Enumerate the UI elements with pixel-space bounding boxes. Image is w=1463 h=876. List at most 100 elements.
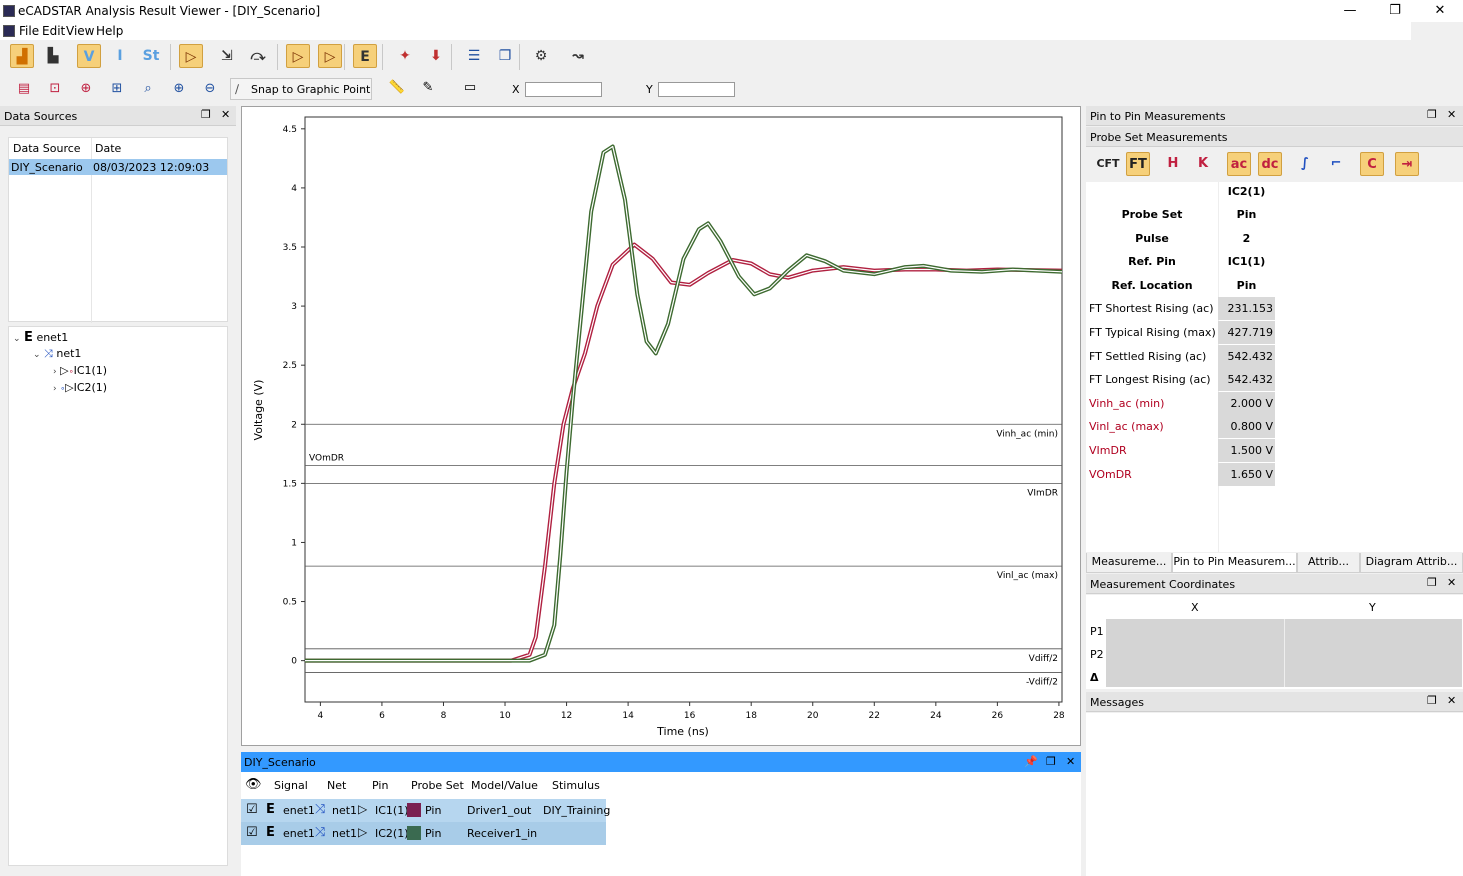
tree-item-ic2[interactable]: › ∘▷IC2(1) [53,381,107,397]
ac-icon[interactable]: ac [1227,152,1251,176]
float-icon[interactable]: ❐ [1427,108,1437,121]
measurement-row[interactable]: FT Shortest Rising (ac) 231.153 ps [1086,297,1463,338]
visibility-checkbox[interactable]: ☑ [246,802,258,817]
settings-icon[interactable]: ⚙ [529,44,553,68]
overshoot-icon[interactable]: C [1360,152,1384,176]
rising-edge-icon[interactable]: H [1161,152,1185,176]
measurement-table: IC2(1) Probe Set Pin Pulse 2 Ref. Pin IC1(1) R… [1086,182,1463,552]
table-icon[interactable]: ▤ [14,79,34,99]
float-icon[interactable]: ❐ [1427,694,1437,707]
menu-edit[interactable]: Edit [42,24,65,38]
expand-icon[interactable]: ⌄ [13,334,21,344]
import-icon[interactable]: ⬇ [424,44,448,68]
x-coordinate-field[interactable] [525,82,602,97]
cft-icon[interactable]: CFT [1096,152,1120,176]
voltage-icon[interactable]: V [77,44,101,68]
table-row[interactable]: DIY_Scenario 08/03/2023 12:09:03 [9,159,227,175]
measurement-row[interactable]: Vinh_ac (min) 2.000 V [1086,391,1463,415]
measurement-label: Ref. Location [1111,278,1193,292]
tab-3[interactable]: Diagram Attrib... [1360,553,1463,573]
close-button[interactable]: ✕ [1417,0,1463,22]
zoom-in-icon[interactable]: ⊕ [169,79,189,99]
snap-dropdown[interactable]: ∕ Snap to Graphic Point ⌄ [230,78,372,100]
zoom-window-icon[interactable]: ⌕ [138,79,158,99]
visibility-checkbox[interactable]: ☑ [246,825,258,840]
menu-file[interactable]: File [19,24,39,38]
measurement-value: 0.800 V [1218,415,1275,439]
close-icon[interactable]: ✕ [221,108,230,121]
chevron-right-icon[interactable]: › [53,367,57,377]
waveform-row[interactable]: ☑ Eenet1 ⤨ net1 ▷ IC2(1) Pin Receiver1_in [241,822,606,845]
receiver-pin-icon[interactable]: ▷ [318,44,342,68]
dc-icon[interactable]: dc [1258,152,1282,176]
close-icon[interactable]: ✕ [1066,755,1075,768]
pin-icon: ▷ [358,802,368,816]
close-icon[interactable]: ✕ [1447,576,1456,589]
waveform-row[interactable]: ☑ Eenet1 ⤨ net1 ▷ IC1(1) Pin Driver1_out DIY_Tra… [241,799,610,822]
chart-icon[interactable]: ▟ [10,44,34,68]
ft-icon[interactable]: FT [1126,152,1150,176]
zoom-region-icon[interactable]: ⊕ [76,79,96,99]
export-icon[interactable]: ⇥ [1395,152,1419,176]
measurement-row[interactable]: FT Typical Rising (max)427.719 ps [1086,321,1463,362]
probe-arrow-icon[interactable]: ⇲ [215,44,239,68]
fit-icon[interactable]: ⊡ [45,79,65,99]
measurement-row[interactable]: Vinl_ac (max) 0.800 V [1086,415,1463,439]
state-icon[interactable]: St [139,44,163,68]
tab-1[interactable]: Pin to Pin Measurem... [1172,553,1297,573]
ruler-icon[interactable]: 📏 [387,78,407,98]
tree-item-ic1[interactable]: › ▷∘IC1(1) [53,364,107,380]
expand-icon[interactable]: ⌄ [33,350,41,360]
pin-icon[interactable]: 📌 [1024,755,1038,768]
tree-item-net1[interactable]: ⌄ ⤨ net1 [33,347,81,363]
split-horizontal-icon[interactable]: ☰ [462,44,486,68]
wrench-icon[interactable]: ↝ [566,44,590,68]
measurement-row[interactable]: Probe Set Pin [1086,203,1463,226]
color-swatch[interactable] [407,826,421,840]
minimize-button[interactable]: — [1327,0,1373,22]
driver-pin-icon[interactable]: ▷ [286,44,310,68]
eye-icon[interactable]: 👁 [245,777,262,792]
measurement-row[interactable]: FT Settled Rising (ac) 542.432 ps [1086,344,1463,386]
layout-menu-icon[interactable]: ▭ [460,78,480,98]
float-icon[interactable]: ❐ [201,108,211,121]
plot-area [304,116,1063,703]
probe-driver-icon[interactable]: ▷ [179,44,203,68]
zoom-out-icon[interactable]: ⊖ [200,79,220,99]
menu-help[interactable]: Help [96,24,123,38]
y-tick-label: 2.5 [283,361,297,371]
zoom-fit-icon[interactable]: ⊞ [107,79,127,99]
x-tick-label: 8 [441,711,447,721]
y-coordinate-field[interactable] [658,82,735,97]
measurement-row[interactable]: Ref. Location Pin [1086,274,1463,297]
ramp-down-icon[interactable]: ⌐ [1324,152,1348,176]
close-icon[interactable]: ✕ [1447,108,1456,121]
close-icon[interactable]: ✕ [1447,694,1456,707]
color-swatch[interactable] [407,803,421,817]
probe-split-icon[interactable]: ⤼ [246,44,270,68]
float-icon[interactable]: ❐ [1427,576,1437,589]
tab-2[interactable]: Attrib... [1297,553,1360,573]
measurement-row[interactable]: Ref. Pin IC1(1) [1086,250,1463,273]
col-y: Y [1369,601,1376,614]
tab-0[interactable]: Measureme... [1086,553,1172,573]
float-icon[interactable]: ❐ [1046,755,1056,768]
current-icon[interactable]: I [108,44,132,68]
measurement-row[interactable]: FT Longest Rising (ac) 542.432 ps [1086,368,1463,409]
waveform-chart[interactable]: Time (ns) Voltage (V) 4 6 8 10 12 14 16 18 20 22 2… [242,107,1080,745]
falling-edge-icon[interactable]: K [1191,152,1215,176]
measurement-row[interactable]: Pulse 2 [1086,227,1463,250]
measurement-row[interactable]: VImDR 1.500 V [1086,439,1463,462]
ramp-up-icon[interactable]: ∫ [1293,152,1317,176]
chevron-right-icon[interactable]: › [53,384,57,394]
ruler-menu-icon[interactable]: ✎ [418,78,438,98]
tree-item-enet1[interactable]: ⌄ E enet1 [13,330,68,346]
menu-view[interactable]: View [66,24,94,38]
cascade-icon[interactable]: ❐ [493,44,517,68]
bar-chart-icon[interactable]: ▙ [41,44,65,68]
maximize-button[interactable]: ❐ [1372,0,1418,22]
enet-icon[interactable]: E [353,44,377,68]
net-icon: ⤨ [44,347,53,360]
star-icon[interactable]: ✦ [393,44,417,68]
measurement-row[interactable]: VOmDR 1.650 V [1086,462,1463,486]
